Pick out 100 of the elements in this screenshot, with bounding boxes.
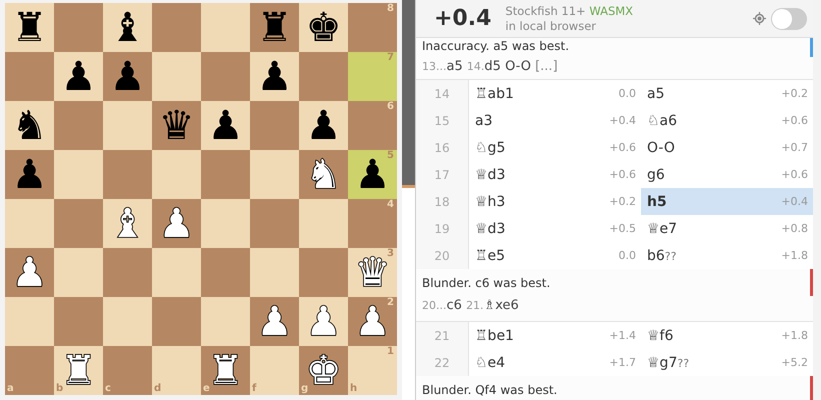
board-square[interactable] — [201, 199, 250, 248]
move-cell[interactable]: ♘g5 +0.6 — [469, 134, 641, 161]
board-square[interactable] — [54, 199, 103, 248]
board-square[interactable] — [152, 297, 201, 346]
board-square[interactable]: ♟ — [103, 52, 152, 101]
board-square[interactable] — [299, 199, 348, 248]
move-number: 16 — [416, 134, 469, 161]
move-cell[interactable]: a5 +0.2 — [641, 80, 813, 107]
file-label: d — [154, 384, 162, 394]
board-square[interactable] — [54, 3, 103, 52]
engine-name: Stockfish 11+ — [505, 4, 586, 18]
chess-piece[interactable]: ♝ — [110, 8, 146, 48]
move-cell[interactable]: a3 +0.4 — [469, 107, 641, 134]
board-square[interactable] — [5, 52, 54, 101]
file-label: g — [301, 384, 308, 394]
chess-piece[interactable]: ♟ — [60, 56, 96, 96]
board-square[interactable]: ♜ — [250, 3, 299, 52]
board-square[interactable]: ♚ — [299, 3, 348, 52]
board-square[interactable] — [103, 101, 152, 150]
board-square[interactable]: ♜ — [5, 3, 54, 52]
board-square[interactable] — [201, 248, 250, 297]
board-square[interactable] — [250, 101, 299, 150]
move-cell[interactable]: ♕e7 +0.8 — [641, 215, 813, 242]
chess-piece[interactable]: ♞ — [12, 106, 48, 146]
move-cell[interactable]: ♖ab1 0.0 — [469, 80, 641, 107]
move-number: 15 — [416, 107, 469, 134]
move-number: 22 — [416, 349, 469, 376]
board-square[interactable]: ♟ — [54, 52, 103, 101]
move-cell[interactable]: ♖e5 0.0 — [469, 242, 641, 269]
move-cell[interactable]: ♕h3 +0.2 — [469, 188, 641, 215]
file-label: c — [105, 384, 111, 394]
chess-piece[interactable]: ♛ — [158, 106, 194, 146]
variation-line[interactable]: 20...c6 21.♗xe6 — [416, 296, 813, 321]
board-square[interactable] — [152, 150, 201, 199]
move-cell[interactable]: ♕d3 +0.5 — [469, 215, 641, 242]
board-square[interactable] — [250, 248, 299, 297]
board-square[interactable]: ♛ — [152, 101, 201, 150]
move-cell[interactable]: ♖be1 +1.4 — [469, 322, 641, 349]
file-label: f — [252, 384, 256, 394]
move-cell[interactable]: ♕g7?? +5.2 — [641, 349, 813, 376]
board-square[interactable]: ♟ — [5, 150, 54, 199]
file-label: h — [350, 384, 358, 394]
move-cell[interactable]: h5 +0.4 — [641, 188, 813, 215]
move-cell[interactable]: ♘a6 +0.6 — [641, 107, 813, 134]
board-square[interactable] — [5, 297, 54, 346]
board-square[interactable] — [54, 248, 103, 297]
rank-label: 7 — [387, 53, 394, 63]
board-square[interactable] — [201, 297, 250, 346]
board-square[interactable] — [54, 150, 103, 199]
file-label: b — [56, 384, 64, 394]
chess-piece[interactable]: ♟ — [256, 56, 292, 96]
file-label: e — [203, 384, 210, 394]
analysis-comment: Inaccuracy. a5 was best. — [421, 38, 570, 55]
board-square[interactable] — [299, 52, 348, 101]
board-square[interactable] — [103, 297, 152, 346]
chess-piece[interactable]: ♜ — [256, 8, 292, 48]
rank-label: 6 — [387, 102, 394, 112]
chess-piece[interactable]: ♟ — [306, 106, 342, 146]
rank-label: 1 — [387, 347, 394, 357]
board-square[interactable] — [152, 52, 201, 101]
board-square[interactable]: ♟ — [201, 101, 250, 150]
chess-piece[interactable]: ♟ — [110, 56, 146, 96]
board-square[interactable] — [152, 248, 201, 297]
move-cell[interactable]: ♘e4 +1.7 — [469, 349, 641, 376]
board-square[interactable] — [250, 150, 299, 199]
board-square[interactable] — [201, 3, 250, 52]
engine-toggle[interactable] — [771, 8, 807, 30]
board-square[interactable] — [5, 199, 54, 248]
board-square[interactable]: ♟ — [250, 52, 299, 101]
move-cell[interactable]: O-O +0.7 — [641, 134, 813, 161]
chess-piece[interactable]: ♚ — [306, 8, 342, 48]
board-square[interactable] — [152, 3, 201, 52]
move-cell[interactable]: g6 +0.6 — [641, 161, 813, 188]
chess-piece[interactable]: ♟ — [208, 106, 244, 146]
board-square[interactable]: ♟ — [299, 101, 348, 150]
board-square[interactable] — [103, 248, 152, 297]
board-square[interactable] — [54, 297, 103, 346]
move-number: 18 — [416, 188, 469, 215]
rank-label: 2 — [387, 298, 394, 308]
board-square[interactable] — [201, 150, 250, 199]
analysis-comment: Blunder. Qf4 was best. — [421, 382, 558, 399]
board-square[interactable] — [103, 150, 152, 199]
engine-variant: WASMX — [589, 4, 634, 18]
move-cell[interactable]: b6?? +1.8 — [641, 242, 813, 269]
variation-line[interactable]: 13...a5 14.d5 O-O [...] — [416, 57, 813, 79]
board-square[interactable] — [250, 199, 299, 248]
board-square[interactable] — [299, 248, 348, 297]
board-square[interactable]: ♝ — [103, 3, 152, 52]
move-cell[interactable]: ♕f6 +1.8 — [641, 322, 813, 349]
board-square[interactable] — [54, 101, 103, 150]
move-number: 17 — [416, 161, 469, 188]
move-cell[interactable]: ♕d3 +0.6 — [469, 161, 641, 188]
rank-label: 4 — [387, 200, 394, 210]
engine-eval: +0.4 — [434, 6, 492, 31]
chess-piece[interactable]: ♟ — [12, 154, 48, 194]
board-square[interactable] — [201, 52, 250, 101]
file-label: a — [7, 384, 14, 394]
target-icon[interactable] — [753, 12, 766, 25]
board-square[interactable]: ♞ — [5, 101, 54, 150]
chess-piece[interactable]: ♜ — [12, 8, 48, 48]
